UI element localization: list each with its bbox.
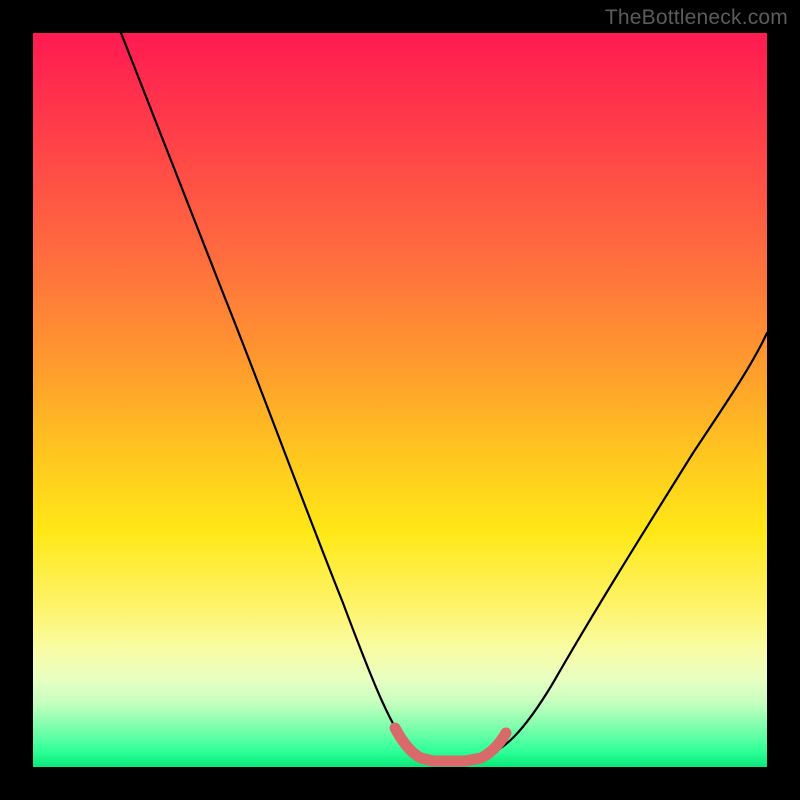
bottleneck-curve (121, 33, 767, 760)
plot-area (33, 33, 767, 767)
watermark-text: TheBottleneck.com (605, 6, 788, 30)
chart-frame: TheBottleneck.com (0, 0, 800, 800)
bottom-highlight (395, 728, 506, 761)
chart-svg (33, 33, 767, 767)
